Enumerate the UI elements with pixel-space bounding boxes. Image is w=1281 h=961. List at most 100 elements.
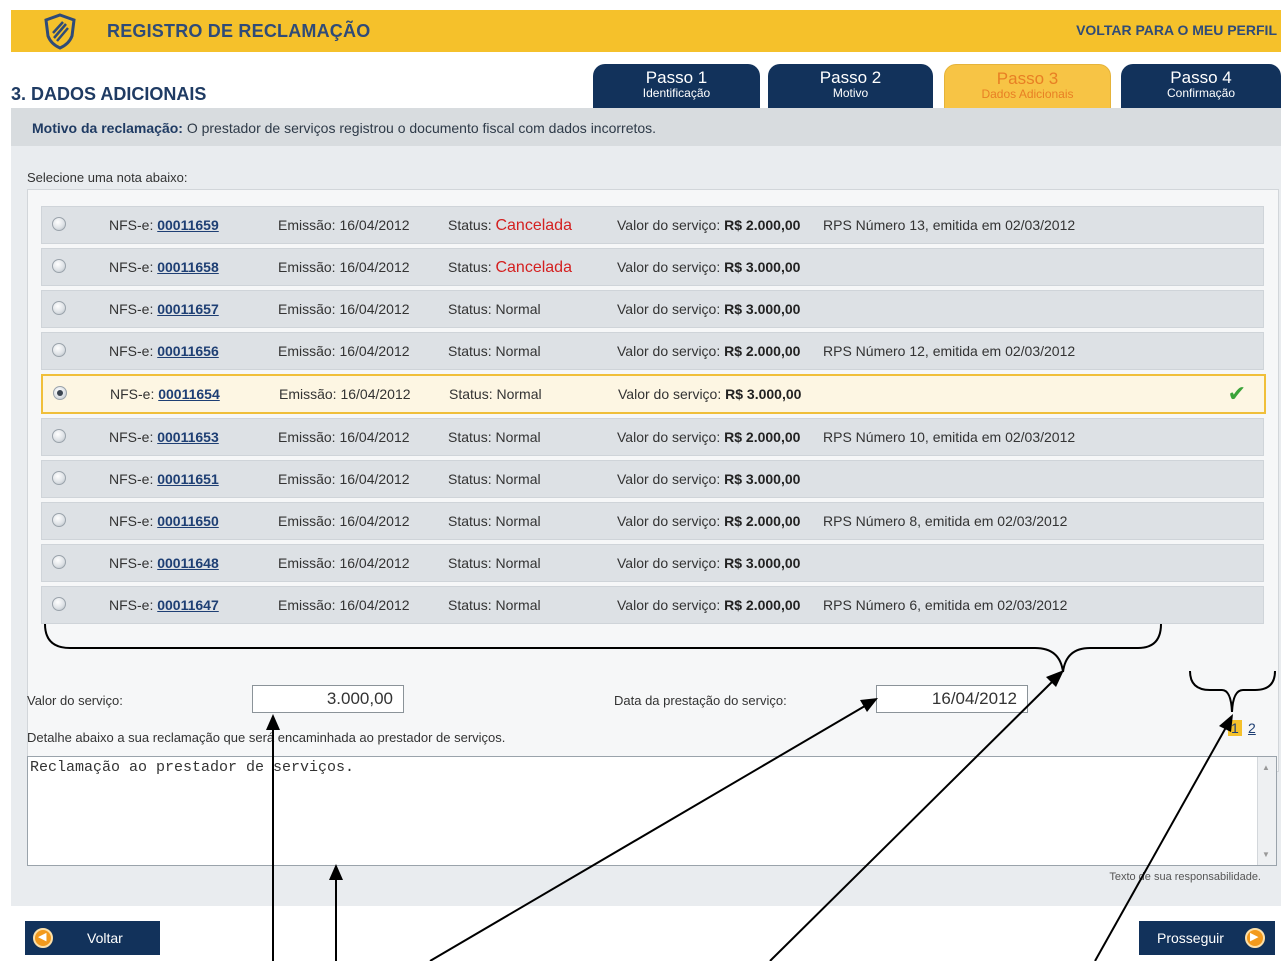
note-row[interactable]: NFS-e: 00011651 Emissão: 16/04/2012 Status… (41, 460, 1264, 498)
tab-step-1-sub: Identificação (642, 86, 711, 100)
note-number-link[interactable]: 00011657 (157, 301, 219, 317)
tab-step-3[interactable]: Passo 3 Dados Adicionais (944, 64, 1111, 110)
note-status: Normal (495, 343, 541, 359)
note-row[interactable]: NFS-e: 00011654 Emissão: 16/04/2012 Status… (41, 374, 1266, 414)
note-radio[interactable] (52, 259, 66, 273)
nfse-label: NFS-e: (109, 217, 158, 233)
next-button[interactable]: Prosseguir ▶ (1139, 921, 1275, 955)
note-value: R$ 3.000,00 (724, 555, 801, 571)
note-radio[interactable] (52, 597, 66, 611)
nfse-label: NFS-e: (110, 386, 159, 402)
note-radio[interactable] (52, 429, 66, 443)
note-status-cell: Status: Cancelada (448, 259, 572, 277)
status-label: Status: (448, 555, 496, 571)
note-number-link[interactable]: 00011651 (157, 471, 219, 487)
note-emission: 16/04/2012 (339, 343, 410, 359)
note-status: Normal (495, 429, 541, 445)
nfse-label: NFS-e: (109, 429, 158, 445)
check-icon: ✔ (1227, 381, 1246, 406)
emission-label: Emissão: (278, 555, 340, 571)
status-label: Status: (448, 259, 496, 275)
arrow-right-icon: ▶ (1245, 928, 1265, 948)
emission-label: Emissão: (278, 343, 340, 359)
note-number-cell: NFS-e: 00011648 (109, 555, 219, 571)
service-date-input[interactable]: 16/04/2012 (876, 685, 1028, 713)
back-to-profile-link[interactable]: VOLTAR PARA O MEU PERFIL (1076, 22, 1277, 38)
value-label: Valor do serviço: (617, 301, 725, 317)
value-label: Valor do serviço: (617, 513, 725, 529)
note-rps: RPS Número 6, emitida em 02/03/2012 (823, 597, 1068, 613)
nfse-label: NFS-e: (109, 343, 158, 359)
note-row[interactable]: NFS-e: 00011659 Emissão: 16/04/2012 Status… (41, 206, 1264, 244)
scroll-up-icon[interactable]: ▲ (1262, 763, 1270, 772)
note-number-link[interactable]: 00011659 (157, 217, 219, 233)
note-row[interactable]: NFS-e: 00011657 Emissão: 16/04/2012 Status… (41, 290, 1264, 328)
note-value-cell: Valor do serviço: R$ 2.000,00 (617, 597, 800, 613)
note-value-cell: Valor do serviço: R$ 2.000,00 (617, 217, 800, 233)
note-value-cell: Valor do serviço: R$ 2.000,00 (617, 429, 800, 445)
note-radio[interactable] (53, 386, 67, 400)
tab-step-3-sub: Dados Adicionais (981, 87, 1074, 101)
note-row[interactable]: NFS-e: 00011648 Emissão: 16/04/2012 Status… (41, 544, 1264, 582)
note-radio[interactable] (52, 555, 66, 569)
textarea-scrollbar[interactable]: ▲ ▼ (1257, 757, 1276, 865)
note-emission-cell: Emissão: 16/04/2012 (278, 217, 410, 233)
note-number-link[interactable]: 00011650 (157, 513, 219, 529)
note-status-cell: Status: Normal (448, 301, 541, 317)
note-row[interactable]: NFS-e: 00011647 Emissão: 16/04/2012 Status… (41, 586, 1264, 624)
complaint-textarea[interactable]: Reclamação ao prestador de serviços. ▲ ▼ (27, 756, 1277, 866)
note-value: R$ 3.000,00 (724, 301, 801, 317)
note-status: Normal (495, 597, 541, 613)
tab-step-4[interactable]: Passo 4 Confirmação (1121, 64, 1281, 108)
note-status-cell: Status: Normal (449, 386, 542, 402)
emission-label: Emissão: (278, 597, 340, 613)
emission-label: Emissão: (278, 471, 340, 487)
note-value: R$ 2.000,00 (724, 513, 801, 529)
note-emission-cell: Emissão: 16/04/2012 (278, 429, 410, 445)
responsibility-hint: Texto de sua responsabilidade. (1109, 871, 1261, 883)
note-number-link[interactable]: 00011647 (157, 597, 219, 613)
tab-step-2[interactable]: Passo 2 Motivo (768, 64, 933, 108)
note-number-link[interactable]: 00011658 (157, 259, 219, 275)
note-radio[interactable] (52, 513, 66, 527)
nfse-label: NFS-e: (109, 301, 158, 317)
note-radio[interactable] (52, 301, 66, 315)
note-radio[interactable] (52, 471, 66, 485)
note-row[interactable]: NFS-e: 00011658 Emissão: 16/04/2012 Status… (41, 248, 1264, 286)
scroll-down-icon[interactable]: ▼ (1262, 850, 1270, 859)
note-emission-cell: Emissão: 16/04/2012 (278, 259, 410, 275)
reason-label: Motivo da reclamação: (32, 120, 183, 136)
note-rps: RPS Número 13, emitida em 02/03/2012 (823, 217, 1076, 233)
note-status-cell: Status: Normal (448, 343, 541, 359)
note-row[interactable]: NFS-e: 00011650 Emissão: 16/04/2012 Status… (41, 502, 1264, 540)
note-emission-cell: Emissão: 16/04/2012 (278, 301, 410, 317)
back-button[interactable]: ◀ Voltar (25, 921, 160, 955)
tab-step-1[interactable]: Passo 1 Identificação (593, 64, 760, 108)
note-number-cell: NFS-e: 00011657 (109, 301, 219, 317)
note-rps: RPS Número 8, emitida em 02/03/2012 (823, 513, 1068, 529)
note-number-link[interactable]: 00011648 (157, 555, 219, 571)
note-emission: 16/04/2012 (339, 513, 410, 529)
note-number-cell: NFS-e: 00011647 (109, 597, 219, 613)
value-label: Valor do serviço: (617, 597, 725, 613)
note-row[interactable]: NFS-e: 00011656 Emissão: 16/04/2012 Status… (41, 332, 1264, 370)
back-button-label: Voltar (87, 930, 123, 946)
service-date-label: Data da prestação do serviço: (614, 693, 787, 708)
value-label: Valor do serviço: (617, 343, 725, 359)
note-value-cell: Valor do serviço: R$ 3.000,00 (617, 555, 800, 571)
note-number-link[interactable]: 00011654 (158, 386, 220, 402)
note-row[interactable]: NFS-e: 00011653 Emissão: 16/04/2012 Status… (41, 418, 1264, 456)
tab-step-2-label: Passo 2 (819, 68, 882, 87)
note-emission-cell: Emissão: 16/04/2012 (278, 513, 410, 529)
page-1-link[interactable]: 1 (1228, 720, 1242, 736)
note-status-cell: Status: Cancelada (448, 217, 572, 235)
note-number-link[interactable]: 00011656 (157, 343, 219, 359)
service-value-input[interactable]: 3.000,00 (252, 685, 404, 713)
note-number-link[interactable]: 00011653 (157, 429, 219, 445)
emission-label: Emissão: (278, 301, 340, 317)
service-value-label: Valor do serviço: (27, 693, 123, 708)
note-radio[interactable] (52, 343, 66, 357)
note-radio[interactable] (52, 217, 66, 231)
page-2-link[interactable]: 2 (1248, 720, 1256, 736)
note-status: Normal (495, 471, 541, 487)
